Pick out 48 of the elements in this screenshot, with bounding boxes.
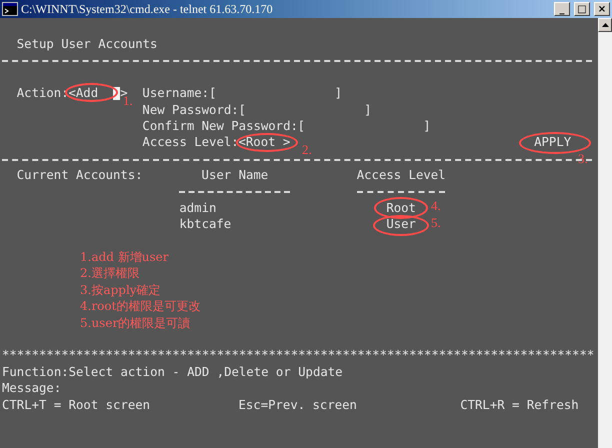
column-header: User Name: [202, 167, 268, 184]
minimize-button[interactable]: _: [554, 2, 570, 16]
apply-button[interactable]: APPLY: [534, 134, 572, 151]
scroll-up-button[interactable]: [598, 18, 612, 32]
annotation-note: 3.按apply確定: [80, 282, 161, 298]
table-cell: User: [386, 218, 416, 231]
action-value[interactable]: Add: [76, 85, 98, 102]
annotation-note: 2.選擇權限: [80, 265, 140, 282]
up-arrow-icon: [602, 23, 608, 27]
window-title: C:\WINNT\System32\cmd.exe - telnet 61.63.70.170: [21, 2, 274, 16]
field-label: Username:: [142, 85, 209, 102]
annotation-note: 4.root的權限是可更改: [80, 298, 200, 315]
field-label: Confirm New Password:: [142, 118, 298, 134]
annotation-note: 5.user的權限是可讀: [80, 314, 190, 332]
annotation-number: 2.: [302, 143, 312, 157]
annotation-ellipse: [236, 133, 298, 152]
annotation-number: 4.: [431, 199, 441, 213]
table-cell: admin: [179, 200, 216, 216]
shortcut-hint: CTRL+T = Root screen: [2, 396, 150, 413]
screen-title: Setup User Accounts: [16, 36, 158, 52]
input-field[interactable]: [ ]: [208, 85, 342, 102]
annotation-note: 1.add 新增user: [80, 249, 169, 266]
console-icon: [2, 2, 18, 16]
message-label: Message:: [2, 380, 62, 397]
annotation-ellipse: [519, 132, 591, 154]
table-cell: Root: [386, 202, 416, 215]
field-label: Access Level:: [142, 134, 238, 151]
annotation-ellipse: [374, 197, 428, 219]
input-field[interactable]: [ ]: [238, 102, 372, 118]
function-text: Function:Select action - ADD ,Delete or Update: [2, 364, 342, 380]
table-cell: kbtcafe: [179, 216, 232, 233]
close-button[interactable]: ×: [594, 2, 610, 16]
annotation-number: 1.: [123, 94, 133, 108]
annotation-number: 5.: [431, 216, 441, 230]
annotation-ellipse: [65, 83, 118, 102]
annotation-number: 3.: [578, 152, 588, 166]
field-label: Action:: [16, 85, 69, 102]
access-level-value[interactable]: <Root >: [238, 134, 290, 151]
input-field[interactable]: [ ]: [298, 118, 431, 134]
shortcut-hint: CTRL+R = Refresh: [460, 396, 578, 413]
annotation-ellipse: [373, 215, 429, 236]
section-label: Current Accounts:: [16, 167, 142, 184]
column-header: Access Level: [356, 167, 446, 184]
field-label: New Password:: [142, 102, 238, 118]
maximize-button[interactable]: □: [574, 2, 590, 16]
shortcut-hint: Esc=Prev. screen: [238, 396, 357, 413]
separator-line: ********************************************************************************: [2, 347, 594, 364]
bracket-text: <: [68, 85, 76, 102]
